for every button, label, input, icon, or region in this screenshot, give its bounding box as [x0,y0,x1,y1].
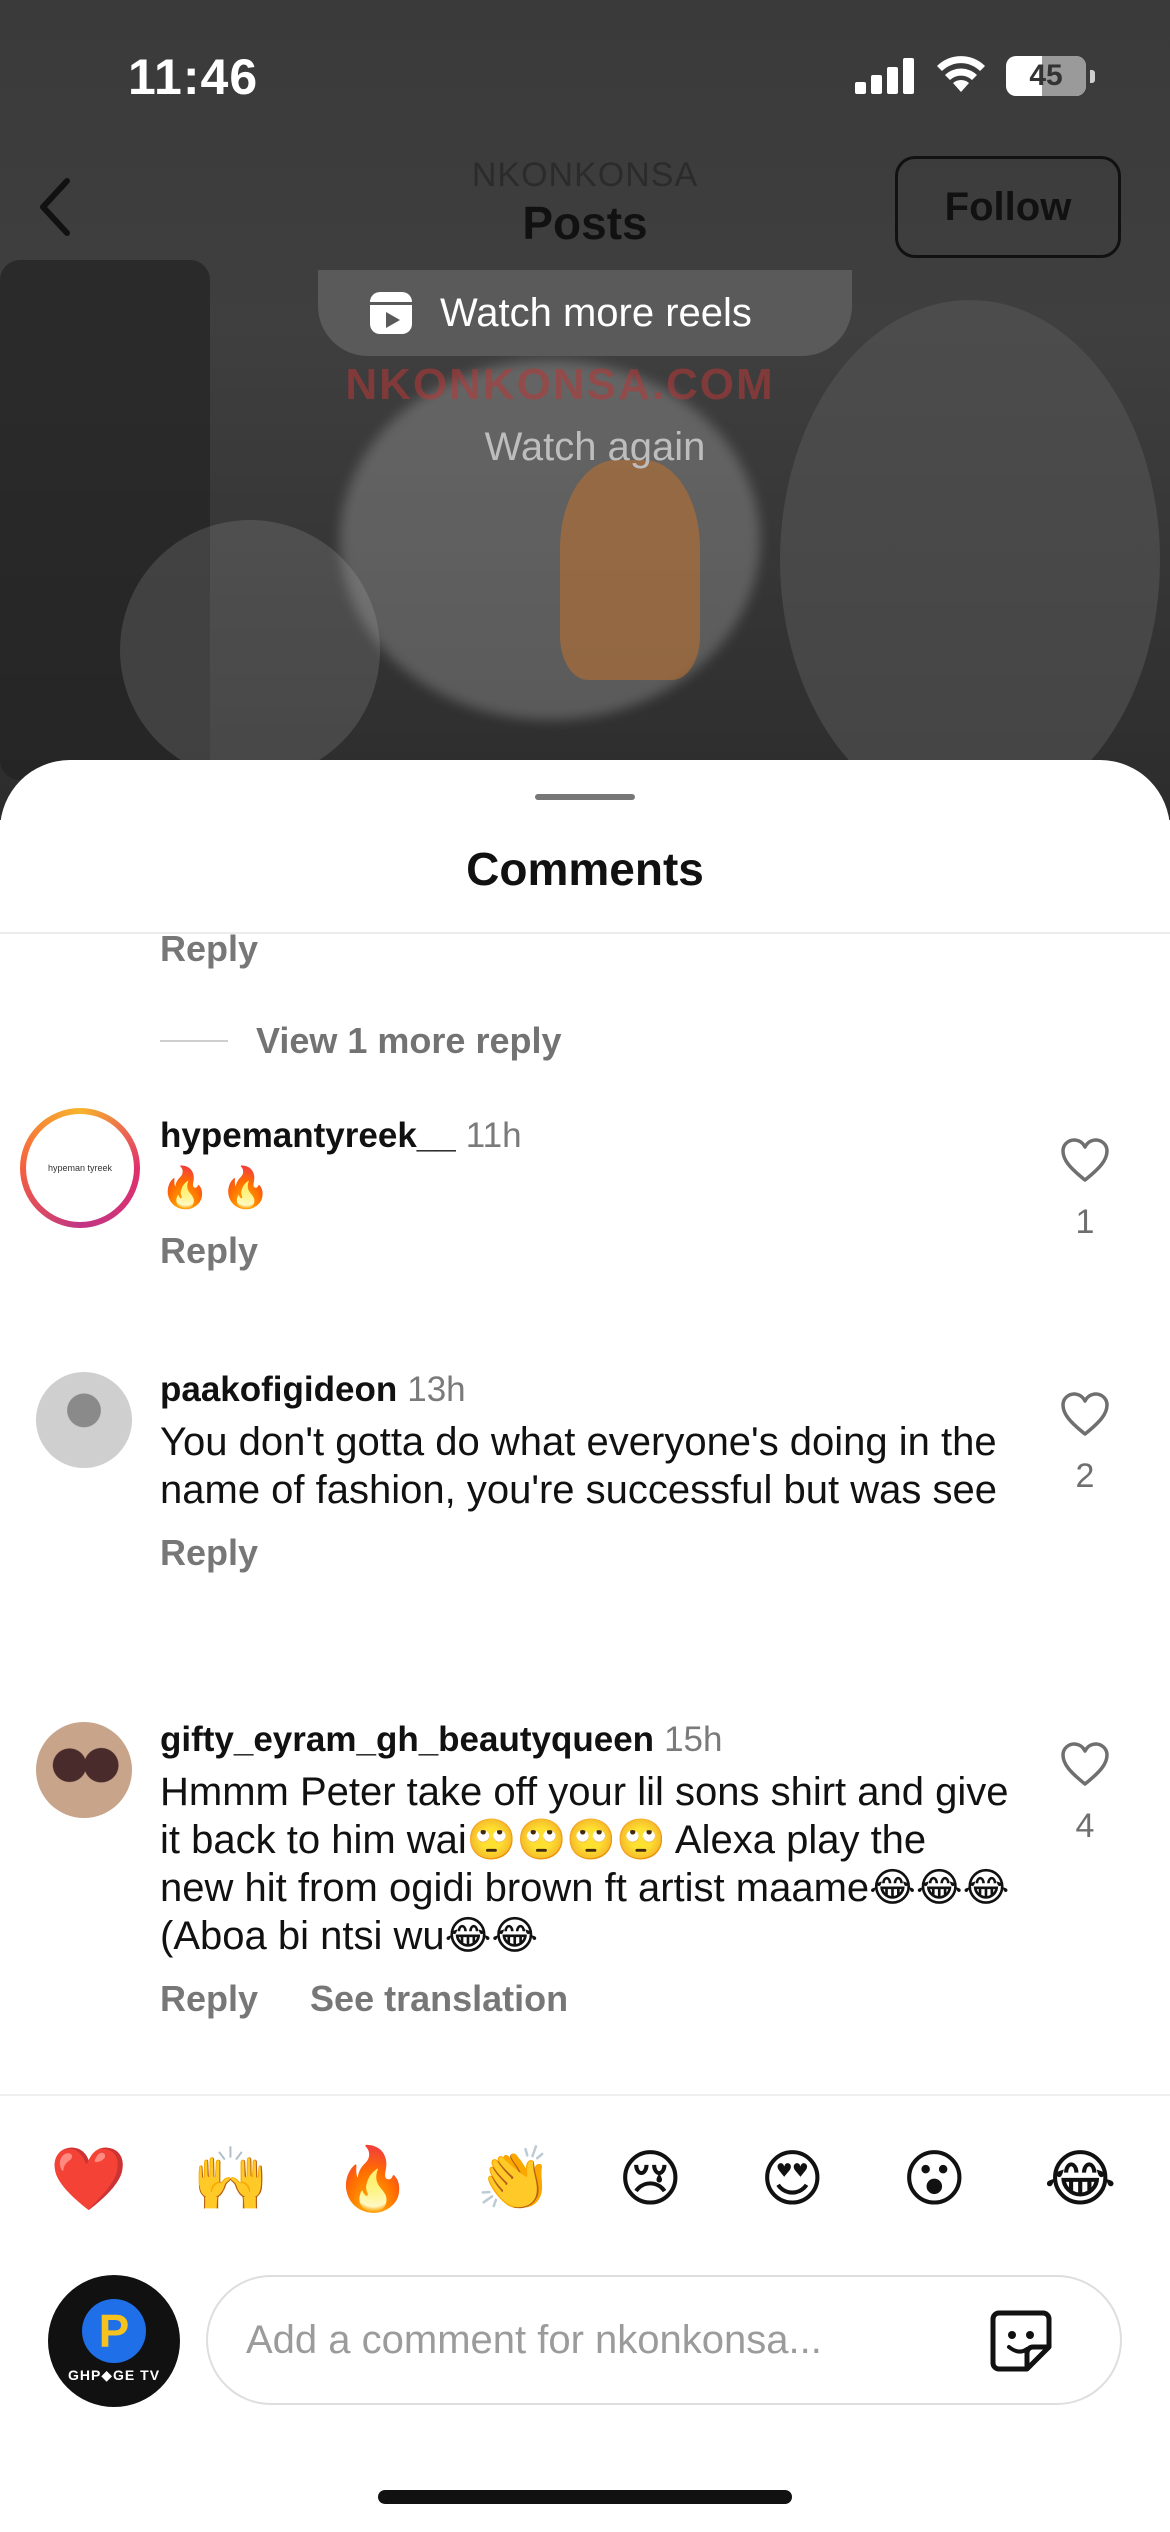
comment-username[interactable]: gifty_eyram_gh_beautyqueen [160,1720,654,1759]
video-watermark: NKONKONSA.COM [345,360,775,409]
emoji-heart[interactable]: ❤️ [50,2140,127,2220]
reply-button[interactable]: Reply [160,1978,258,2020]
avatar[interactable] [36,1372,132,1468]
profile-logo-text: GHP◆GE TV [67,2366,161,2383]
reply-button[interactable]: Reply [160,1532,258,1574]
like-count: 2 [1075,1457,1095,1495]
comment-text: 🔥 🔥 [160,1166,271,1210]
like-count: 4 [1075,1807,1095,1845]
comment-time: 13h [407,1370,466,1409]
comment-username[interactable]: paakofigideon [160,1370,397,1409]
cellular-signal-icon [855,58,915,94]
video-shape [780,300,1160,820]
reply-button[interactable]: Reply [160,934,258,970]
comment-time: 15h [664,1720,723,1759]
view-more-replies-label: View 1 more reply [256,1020,562,1061]
my-avatar[interactable]: P GHP◆GE TV [48,2275,180,2407]
emoji-raised-hands[interactable]: 🙌 [192,2140,269,2220]
comment-composer: P GHP◆GE TV [0,2245,1170,2425]
emoji-heart-eyes[interactable]: 😍 [760,2140,825,2220]
comments-list[interactable]: Reply View 1 more reply hypeman tyreek h… [0,934,1170,2094]
comment-text: You don't gotta do what everyone's doing… [160,1420,997,1512]
like-button[interactable]: 4 [1055,1742,1115,1846]
posts-header: NKONKONSA Posts Follow [0,150,1170,270]
see-translation-button[interactable]: See translation [310,1978,568,2020]
comments-sheet: Comments Reply View 1 more reply hypeman… [0,760,1170,2532]
sheet-drag-handle[interactable] [535,794,635,800]
follow-button[interactable]: Follow [895,156,1121,258]
avatar[interactable] [36,1722,132,1818]
reply-button[interactable]: Reply [160,1230,258,1272]
reels-icon [370,292,412,334]
comment-text: Hmmm Peter take off your lil sons shirt … [160,1770,1010,1958]
like-button[interactable]: 2 [1055,1392,1115,1496]
watch-again-button[interactable]: Watch again [0,425,1170,470]
battery-level: 45 [1029,59,1063,92]
like-button[interactable]: 1 [1055,1138,1115,1242]
heart-outline-icon [1061,1138,1109,1182]
battery-icon: 45 [1006,56,1095,96]
video-shape [560,460,700,680]
like-count: 1 [1075,1203,1095,1241]
comment-username[interactable]: hypemantyreek__ [160,1116,456,1155]
sheet-title: Comments [466,843,704,895]
status-time: 11:46 [128,49,259,105]
emoji-surprised[interactable]: 😮 [902,2140,967,2220]
view-more-replies[interactable]: View 1 more reply [160,1020,562,1062]
quick-emoji-bar: ❤️ 🙌 🔥 👏 😢 😍 😮 😂 [0,2094,1170,2244]
avatar[interactable]: hypeman tyreek [20,1108,140,1228]
status-bar: 11:46 45 [0,0,1170,150]
emoji-crying[interactable]: 😢 [618,2140,683,2220]
wifi-icon [937,56,985,92]
watch-more-reels-button[interactable]: Watch more reels [318,270,852,356]
emoji-laughing[interactable]: 😂 [1044,2140,1116,2220]
emoji-fire[interactable]: 🔥 [334,2140,411,2220]
profile-logo-icon: P [82,2298,146,2363]
sticker-icon[interactable] [985,2305,1057,2377]
avatar-logo: hypeman tyreek [26,1114,134,1222]
comment-time: 11h [465,1116,522,1155]
home-indicator[interactable] [378,2490,792,2504]
watch-more-reels-label: Watch more reels [440,290,752,335]
divider [160,1040,228,1042]
heart-outline-icon [1061,1742,1109,1786]
emoji-clap[interactable]: 👏 [476,2140,553,2220]
heart-outline-icon [1061,1392,1109,1436]
